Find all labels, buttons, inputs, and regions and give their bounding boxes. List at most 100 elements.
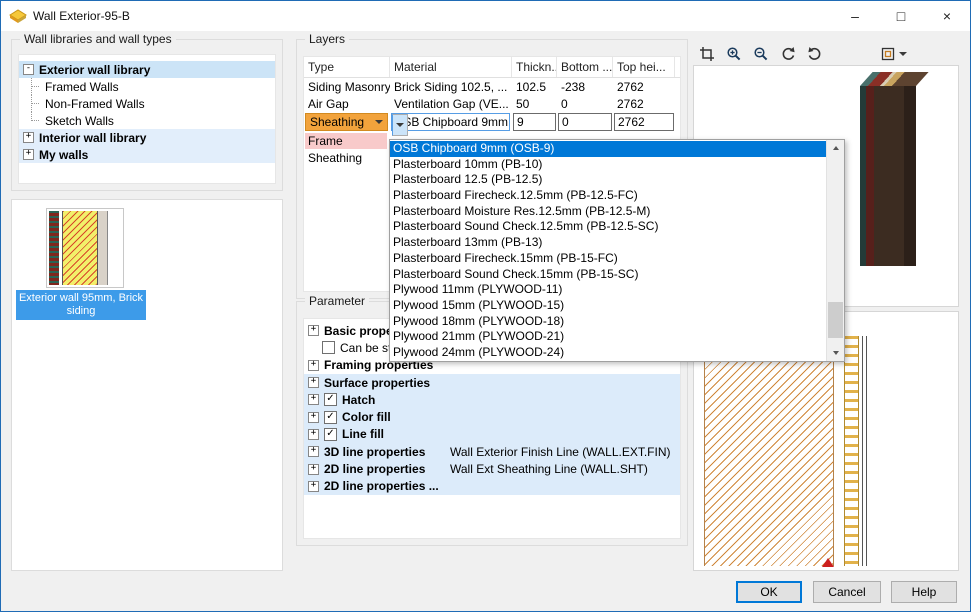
tree-connector <box>31 112 41 121</box>
expand-icon[interactable]: + <box>308 360 319 371</box>
param-3d-line-properties[interactable]: + 3D line properties Wall Exterior Finis… <box>304 443 680 460</box>
tree-item-framed-walls[interactable]: Framed Walls <box>19 78 275 95</box>
tree-item-interior-wall-library[interactable]: + Interior wall library <box>19 129 275 146</box>
dropdown-item[interactable]: Plasterboard Sound Check.15mm (PB-15-SC) <box>390 267 826 283</box>
param-2d-line-properties-2[interactable]: + 2D line properties ... <box>304 478 680 495</box>
dropdown-item[interactable]: Plywood 21mm (PLYWOOD-21) <box>390 329 826 345</box>
ok-button[interactable]: OK <box>736 581 802 603</box>
zoom-out-icon[interactable] <box>749 43 773 65</box>
param-2d-line-properties[interactable]: + 2D line properties Wall Ext Sheathing … <box>304 460 680 477</box>
crop-icon[interactable] <box>695 43 719 65</box>
wall-3d-top-face <box>860 72 929 86</box>
dropdown-item[interactable]: Plasterboard 12.5 (PB-12.5) <box>390 172 826 188</box>
dropdown-item[interactable]: Plasterboard 13mm (PB-13) <box>390 235 826 251</box>
wall-library-tree: - Exterior wall library Framed Walls Non… <box>18 54 276 184</box>
material-combobox[interactable]: OSB Chipboard 9mm <box>391 113 510 131</box>
brick-layer-graphic <box>49 211 59 285</box>
expand-icon[interactable]: + <box>308 394 319 405</box>
tree-item-sketch-walls[interactable]: Sketch Walls <box>19 112 275 129</box>
scroll-down-icon[interactable] <box>827 345 844 361</box>
param-label: Line fill <box>342 427 384 441</box>
titlebar[interactable]: Wall Exterior-95-B – □ × <box>1 1 970 31</box>
scrollbar[interactable] <box>826 140 844 361</box>
checkbox-unchecked[interactable] <box>322 341 335 354</box>
scroll-up-icon[interactable] <box>827 140 844 156</box>
rotate-ccw-icon[interactable] <box>776 43 800 65</box>
dropdown-item[interactable]: OSB Chipboard 9mm (OSB-9) <box>390 141 826 157</box>
layer-type-combobox[interactable]: Sheathing <box>305 113 388 131</box>
wall-type-list: Exterior wall 95mm, Brick siding <box>11 199 283 571</box>
material-dropdown-list: OSB Chipboard 9mm (OSB-9) Plasterboard 1… <box>389 139 845 362</box>
help-button[interactable]: Help <box>891 581 957 603</box>
column-header-top[interactable]: Top hei... <box>613 57 675 77</box>
collapse-icon[interactable]: - <box>23 64 34 75</box>
dropdown-item[interactable]: Plywood 15mm (PLYWOOD-15) <box>390 298 826 314</box>
column-header-type[interactable]: Type <box>304 57 390 77</box>
wall-3d-render <box>860 86 916 266</box>
wall-thumbnail[interactable] <box>46 208 124 288</box>
checkbox-checked[interactable]: ✓ <box>324 411 337 424</box>
expand-icon[interactable]: + <box>308 325 319 336</box>
cancel-button[interactable]: Cancel <box>813 581 881 603</box>
column-header-material[interactable]: Material <box>390 57 512 77</box>
param-label: Hatch <box>342 393 375 407</box>
cell-bottom: 0 <box>557 97 613 111</box>
dropdown-item[interactable]: Plasterboard Firecheck.15mm (PB-15-FC) <box>390 251 826 267</box>
dropdown-item[interactable]: Plywood 11mm (PLYWOOD-11) <box>390 282 826 298</box>
expand-icon[interactable]: + <box>23 149 34 160</box>
cell-top: 2762 <box>613 80 675 94</box>
table-row-editing[interactable]: Sheathing OSB Chipboard 9mm 9 0 2762 <box>304 112 680 132</box>
table-row[interactable]: Air Gap Ventilation Gap (VE... 50 0 2762 <box>304 95 680 112</box>
expand-icon[interactable]: + <box>308 446 319 457</box>
cell-material: Ventilation Gap (VE... <box>390 97 512 111</box>
cell-thickness: 102.5 <box>512 80 557 94</box>
dropdown-item[interactable]: Plasterboard Firecheck.12.5mm (PB-12.5-F… <box>390 188 826 204</box>
layers-table-header: Type Material Thickn... Bottom ... Top h… <box>304 57 680 78</box>
tree-item-label: Interior wall library <box>39 131 146 145</box>
column-header-bottom[interactable]: Bottom ... <box>557 57 613 77</box>
expand-icon[interactable]: + <box>308 377 319 388</box>
dropdown-item[interactable]: Plasterboard 10mm (PB-10) <box>390 157 826 173</box>
param-line-fill[interactable]: + ✓ Line fill <box>304 426 680 443</box>
top-height-input[interactable]: 2762 <box>614 113 674 131</box>
scrollbar-thumb[interactable] <box>828 302 843 338</box>
dropdown-item[interactable]: Plasterboard Moisture Res.12.5mm (PB-12.… <box>390 204 826 220</box>
expand-icon[interactable]: + <box>308 464 319 475</box>
zoom-options-icon[interactable] <box>876 43 910 65</box>
expand-icon[interactable]: + <box>308 429 319 440</box>
combobox-dropdown-button[interactable] <box>392 114 408 136</box>
param-surface-properties[interactable]: + Surface properties <box>304 374 680 391</box>
thickness-input[interactable]: 9 <box>513 113 556 131</box>
column-header-thickness[interactable]: Thickn... <box>512 57 557 77</box>
expand-icon[interactable]: + <box>308 481 319 492</box>
tree-item-my-walls[interactable]: + My walls <box>19 146 275 163</box>
wall-libraries-group-title: Wall libraries and wall types <box>20 32 176 46</box>
tree-item-non-framed-walls[interactable]: Non-Framed Walls <box>19 95 275 112</box>
tree-item-label: Framed Walls <box>45 80 119 94</box>
wall-editor-dialog: Wall Exterior-95-B – □ × Wall libraries … <box>0 0 971 612</box>
rotate-cw-icon[interactable] <box>803 43 827 65</box>
checkbox-checked[interactable]: ✓ <box>324 393 337 406</box>
expand-icon[interactable]: + <box>23 132 34 143</box>
cell-type: Sheathing <box>304 151 390 165</box>
cell-type: Frame <box>305 133 387 149</box>
maximize-button[interactable]: □ <box>878 1 924 31</box>
dropdown-item[interactable]: Plywood 24mm (PLYWOOD-24) <box>390 345 826 361</box>
bottom-input[interactable]: 0 <box>558 113 612 131</box>
dropdown-item[interactable]: Plasterboard Sound Check.12.5mm (PB-12.5… <box>390 219 826 235</box>
param-color-fill[interactable]: + ✓ Color fill <box>304 408 680 425</box>
expand-icon[interactable]: + <box>308 412 319 423</box>
minimize-button[interactable]: – <box>832 1 878 31</box>
dropdown-item[interactable]: Plywood 18mm (PLYWOOD-18) <box>390 314 826 330</box>
wall-libraries-group: Wall libraries and wall types - Exterior… <box>11 39 283 191</box>
marker-triangle-icon <box>822 558 834 567</box>
param-hatch[interactable]: + ✓ Hatch <box>304 391 680 408</box>
wall-item-label[interactable]: Exterior wall 95mm, Brick siding <box>16 290 146 320</box>
table-row[interactable]: Siding Masonry Brick Siding 102.5, ... 1… <box>304 78 680 95</box>
param-label: Surface properties <box>324 376 430 390</box>
parameter-group-title: Parameter <box>305 294 369 308</box>
tree-item-exterior-wall-library[interactable]: - Exterior wall library <box>19 61 275 78</box>
close-button[interactable]: × <box>924 1 970 31</box>
checkbox-checked[interactable]: ✓ <box>324 428 337 441</box>
zoom-in-icon[interactable] <box>722 43 746 65</box>
